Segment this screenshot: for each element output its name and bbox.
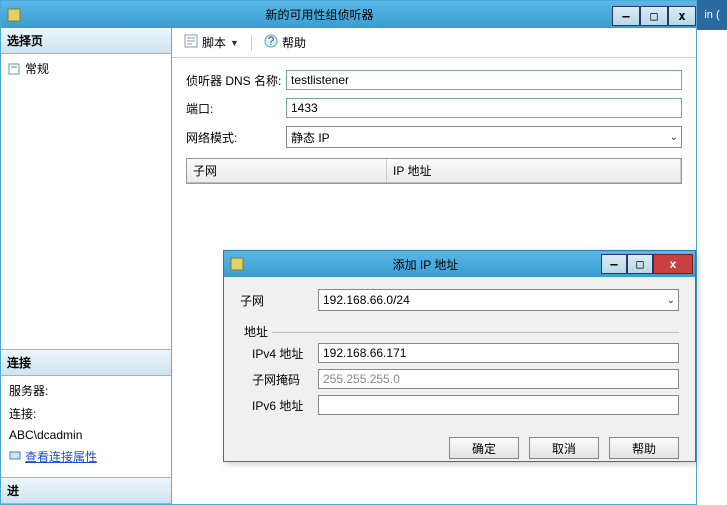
select-page-list: 常规 xyxy=(1,54,171,349)
grid-header: 子网 IP 地址 xyxy=(187,159,681,183)
mask-label: 子网掩码 xyxy=(252,371,318,388)
maximize-button[interactable]: □ xyxy=(640,6,668,26)
subnet-value: 192.168.66.0/24 xyxy=(323,293,410,307)
mask-input xyxy=(318,369,679,389)
mode-value: 静态 IP xyxy=(291,129,330,146)
help-icon: ? xyxy=(264,34,278,51)
dialog-help-button[interactable]: 帮助 xyxy=(609,437,679,459)
connection-section: 连接 服务器: 连接: ABC\dcadmin 查看连接属性 xyxy=(1,349,171,477)
sidebar-item-general[interactable]: 常规 xyxy=(3,58,169,79)
dialog-buttons: 确定 取消 帮助 xyxy=(224,433,695,469)
main-title: 新的可用性组侦听器 xyxy=(27,6,612,23)
sidebar: 选择页 常规 连接 服务器: 连接: ABC\dcadmin xyxy=(1,28,172,504)
sidebar-item-label: 常规 xyxy=(25,60,49,77)
connection-value: ABC\dcadmin xyxy=(9,428,163,442)
address-legend: 地址 xyxy=(240,325,272,339)
script-button[interactable]: 脚本 ▼ xyxy=(180,32,243,53)
server-label: 服务器: xyxy=(9,382,163,399)
dns-label: 侦听器 DNS 名称: xyxy=(186,72,286,89)
link-text: 查看连接属性 xyxy=(25,448,97,465)
page-icon xyxy=(7,62,21,76)
port-label: 端口: xyxy=(186,100,286,117)
ok-button[interactable]: 确定 xyxy=(449,437,519,459)
chevron-down-icon: ⌄ xyxy=(667,295,675,306)
port-input[interactable] xyxy=(286,98,682,118)
chevron-down-icon: ⌄ xyxy=(670,132,678,143)
form-area: 侦听器 DNS 名称: 端口: 网络模式: 静态 IP ⌄ 子网 xyxy=(172,58,696,196)
dns-input[interactable] xyxy=(286,70,682,90)
subnet-select[interactable]: 192.168.66.0/24 ⌄ xyxy=(318,289,679,311)
mode-label: 网络模式: xyxy=(186,129,286,146)
main-titlebar[interactable]: 新的可用性组侦听器 – □ x xyxy=(1,1,696,28)
dialog-minimize-button[interactable]: – xyxy=(601,254,627,274)
add-ip-dialog: 添加 IP 地址 – □ x 子网 192.168.66.0/24 ⌄ 地址 I… xyxy=(223,250,696,462)
background-strip: in ( xyxy=(697,0,727,30)
app-icon xyxy=(6,7,22,23)
script-label: 脚本 xyxy=(202,34,226,51)
ipv4-label: IPv4 地址 xyxy=(252,345,318,362)
ip-grid[interactable]: 子网 IP 地址 xyxy=(186,158,682,184)
grid-col-ip[interactable]: IP 地址 xyxy=(387,159,681,182)
link-icon xyxy=(9,449,21,464)
script-icon xyxy=(184,34,198,51)
mode-select[interactable]: 静态 IP ⌄ xyxy=(286,126,682,148)
connection-header: 连接 xyxy=(1,350,171,376)
dialog-title: 添加 IP 地址 xyxy=(250,256,601,273)
progress-section: 进 xyxy=(1,477,171,504)
address-fieldset: 地址 IPv4 地址 子网掩码 IPv6 地址 xyxy=(240,317,679,415)
dialog-close-button[interactable]: x xyxy=(653,254,693,274)
toolbar: 脚本 ▼ ? 帮助 xyxy=(172,28,696,58)
view-connection-properties-link[interactable]: 查看连接属性 xyxy=(9,448,163,465)
dialog-titlebar[interactable]: 添加 IP 地址 – □ x xyxy=(224,251,695,277)
dialog-body: 子网 192.168.66.0/24 ⌄ 地址 IPv4 地址 子网掩码 IPv… xyxy=(224,277,695,433)
minimize-button[interactable]: – xyxy=(612,6,640,26)
connection-label: 连接: xyxy=(9,405,163,422)
grid-col-subnet[interactable]: 子网 xyxy=(187,159,387,182)
dropdown-arrow-icon: ▼ xyxy=(230,38,239,48)
select-page-header: 选择页 xyxy=(1,28,171,54)
subnet-label: 子网 xyxy=(240,292,318,309)
ipv4-input[interactable] xyxy=(318,343,679,363)
ipv6-label: IPv6 地址 xyxy=(252,397,318,414)
svg-text:?: ? xyxy=(268,34,275,48)
close-button[interactable]: x xyxy=(668,6,696,26)
dialog-maximize-button[interactable]: □ xyxy=(627,254,653,274)
help-button[interactable]: ? 帮助 xyxy=(260,32,310,53)
cancel-button[interactable]: 取消 xyxy=(529,437,599,459)
dialog-icon xyxy=(229,256,245,272)
ipv6-input xyxy=(318,395,679,415)
progress-header: 进 xyxy=(1,478,171,504)
help-label: 帮助 xyxy=(282,34,306,51)
toolbar-separator xyxy=(251,35,252,51)
